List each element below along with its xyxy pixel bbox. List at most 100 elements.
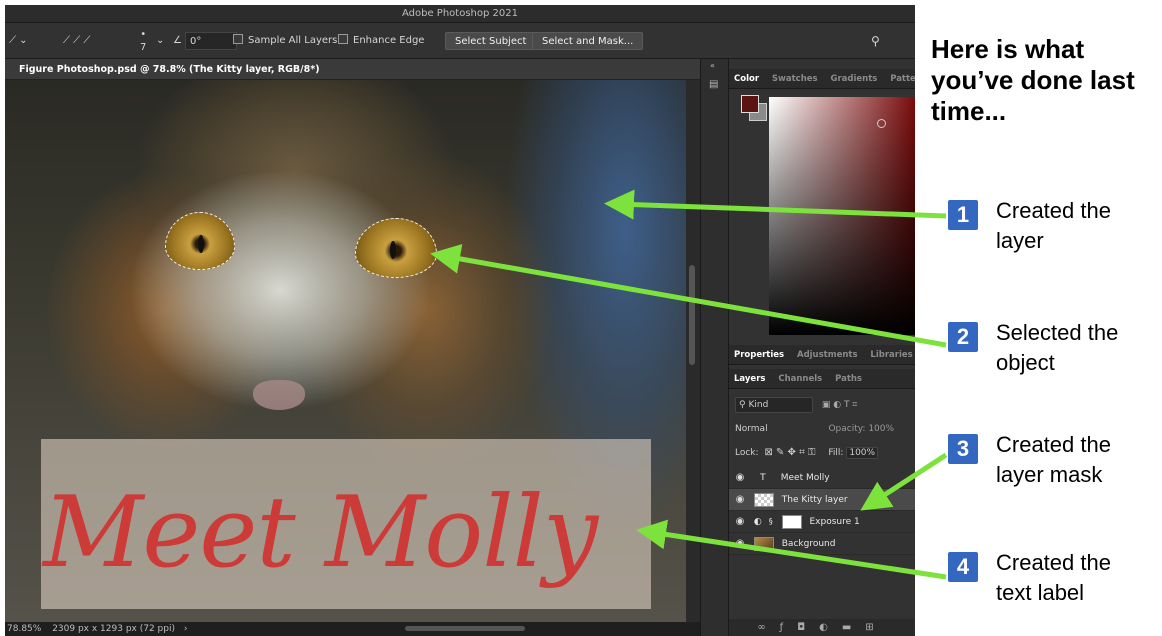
adjustment-icon[interactable]: ◐ [819, 622, 842, 633]
layer-mask-thumbnail[interactable] [781, 514, 802, 529]
link-layers-icon[interactable]: ∞ [757, 622, 779, 633]
step-number-badge: 4 [948, 552, 978, 582]
blend-row: Normal Opacity: 100% [729, 419, 915, 439]
layers-panel-tabs: Layers Channels Paths [729, 369, 915, 389]
options-bar: ⟋ ⌄ ⟋ ⟋ ⟋ • 7 ⌄ ∠ 0° Sample All Layers En… [5, 23, 915, 59]
type-layer-icon: T [760, 473, 766, 483]
eye-icon[interactable]: ◉ [729, 467, 751, 489]
tab-color[interactable]: Color [729, 69, 764, 88]
canvas-text-label: Meet Molly [43, 476, 598, 590]
title-bar: Adobe Photoshop 2021 [5, 5, 915, 23]
step-text: Created the text label [996, 548, 1111, 608]
step-line2: layer mask [996, 462, 1103, 487]
search-icon: ⚲ [739, 400, 746, 410]
add-mask-icon[interactable]: ◘ [797, 622, 819, 633]
color-panel-tabs: Color Swatches Gradients Patter [729, 69, 915, 89]
tab-libraries[interactable]: Libraries [865, 345, 915, 364]
angle-icon: ∠ [173, 35, 182, 46]
vertical-scroll-thumb[interactable] [689, 265, 695, 365]
enhance-edge-checkbox[interactable]: Enhance Edge [338, 32, 424, 50]
quick-selection-tool-icon[interactable]: ⟋ ⌄ [9, 32, 28, 50]
layer-thumbnail [753, 536, 774, 551]
opacity-value[interactable]: 100% [868, 424, 894, 434]
tab-swatches[interactable]: Swatches [767, 69, 823, 88]
new-group-icon[interactable]: ▬ [842, 622, 865, 633]
tab-paths[interactable]: Paths [830, 369, 867, 388]
search-icon[interactable]: ⚲ [871, 32, 880, 50]
collapse-panels-icon[interactable]: « [710, 61, 715, 70]
layer-row-meet-molly[interactable]: ◉ T Meet Molly [729, 467, 915, 489]
color-picker-field[interactable] [769, 97, 915, 335]
annotation-heading: Here is what you’ve done last time... [931, 34, 1135, 126]
right-eye-selection [355, 218, 437, 278]
document-canvas[interactable]: Meet Molly [5, 80, 686, 622]
select-subject-button[interactable]: Select Subject [445, 32, 537, 50]
tab-patterns[interactable]: Patter [885, 69, 915, 88]
layer-filter-row: ⚲ Kind ▣ ◐ T ⌗ [729, 395, 915, 415]
step-line1: Selected the [996, 320, 1119, 345]
step-3: 3 Created the layer mask [948, 430, 1162, 490]
filter-icons[interactable]: ▣ ◐ T ⌗ [822, 400, 858, 410]
right-panels: Color Swatches Gradients Patter Properti… [728, 59, 915, 636]
sample-all-layers-checkbox[interactable]: Sample All Layers [233, 32, 337, 50]
step-line1: Created the [996, 550, 1111, 575]
kind-label: Kind [748, 400, 769, 410]
color-picker-cursor[interactable] [877, 119, 886, 128]
link-icon[interactable]: § [769, 511, 779, 533]
checkbox-icon [233, 34, 243, 44]
new-layer-icon[interactable]: ⊞ [865, 622, 887, 633]
fill-label: Fill: [828, 448, 844, 458]
layer-name: Meet Molly [780, 473, 830, 483]
fill-value[interactable]: 100% [846, 447, 879, 459]
brush-size-picker[interactable]: • 7 [140, 28, 146, 53]
layer-row-exposure-1[interactable]: ◉ ◐ § Exposure 1 [729, 511, 915, 533]
cat-nose [253, 380, 305, 410]
select-and-mask-button[interactable]: Select and Mask... [532, 32, 644, 50]
angle-input[interactable]: 0° [185, 32, 237, 50]
left-eye-selection [165, 212, 235, 270]
fx-icon[interactable]: ƒ [780, 622, 798, 633]
step-line2: text label [996, 580, 1085, 605]
layer-name: The Kitty layer [781, 495, 848, 505]
tab-channels[interactable]: Channels [773, 369, 827, 388]
eye-icon[interactable]: ◉ [729, 533, 751, 555]
layer-name: Exposure 1 [809, 517, 860, 527]
chevron-right-icon[interactable]: › [184, 624, 188, 634]
tab-layers[interactable]: Layers [729, 369, 770, 388]
history-icon[interactable]: ▤ [709, 79, 718, 90]
tab-properties[interactable]: Properties [729, 345, 789, 364]
status-bar: 78.85% 2309 px x 1293 px (72 ppi) › [5, 622, 700, 636]
chevron-down-icon[interactable]: ⌄ [156, 32, 164, 50]
document-tab[interactable]: Figure Photoshop.psd @ 78.8% (The Kitty … [5, 59, 700, 80]
foreground-color-swatch[interactable] [741, 95, 759, 113]
eye-icon[interactable]: ◉ [729, 511, 751, 533]
properties-panel-tabs: Properties Adjustments Libraries [729, 345, 915, 365]
eye-icon[interactable]: ◉ [729, 489, 751, 511]
photoshop-window: Adobe Photoshop 2021 ⟋ ⌄ ⟋ ⟋ ⟋ • 7 ⌄ ∠ 0°… [5, 5, 915, 636]
blend-mode-select[interactable]: Normal [735, 424, 768, 434]
step-text: Created the layer [996, 196, 1111, 256]
layers-panel-footer: ∞ƒ◘◐▬⊞ [729, 619, 915, 636]
adjustment-layer-icon: ◐ [753, 517, 762, 527]
lock-icons[interactable]: ⊠ ✎ ✥ ⌗ ⚿ [764, 447, 815, 458]
layer-kind-filter[interactable]: ⚲ Kind [735, 397, 813, 413]
step-line1: Created the [996, 198, 1111, 223]
zoom-level[interactable]: 78.85% [7, 624, 41, 634]
layer-name: Background [781, 539, 836, 549]
lock-row: Lock: ⊠ ✎ ✥ ⌗ ⚿ Fill: 100% [729, 443, 915, 463]
checkbox-icon [338, 34, 348, 44]
layer-thumbnail [753, 492, 774, 507]
step-2: 2 Selected the object [948, 318, 1162, 378]
panel-icon-strip: « ▤ [700, 59, 728, 636]
layer-row-background[interactable]: ◉ Background [729, 533, 915, 555]
right-pupil [390, 241, 396, 259]
horizontal-scroll-thumb[interactable] [405, 626, 525, 631]
document-tab-title: Figure Photoshop.psd @ 78.8% (The Kitty … [19, 64, 320, 75]
enhance-edge-label: Enhance Edge [353, 35, 425, 46]
step-text: Selected the object [996, 318, 1118, 378]
selection-mode-icons[interactable]: ⟋ ⟋ ⟋ [63, 32, 90, 50]
tab-gradients[interactable]: Gradients [825, 69, 882, 88]
tab-adjustments[interactable]: Adjustments [792, 345, 863, 364]
layer-row-the-kitty-layer[interactable]: ◉ The Kitty layer [729, 489, 915, 511]
step-1: 1 Created the layer [948, 196, 1162, 256]
